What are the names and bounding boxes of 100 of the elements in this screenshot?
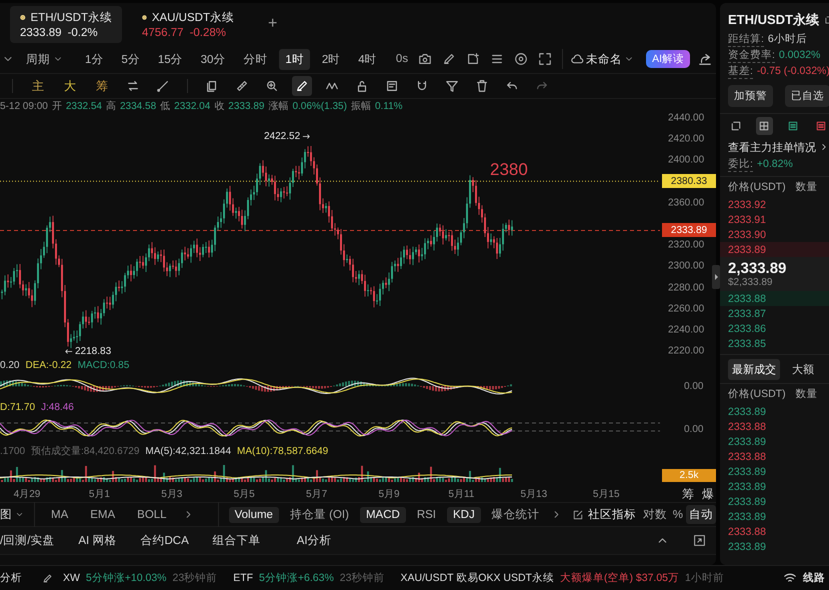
alert-price-tag: 2380.33 bbox=[662, 174, 716, 188]
symbol-tab[interactable]: ETH/USDT永续 2333.89 -0.2% bbox=[10, 6, 122, 42]
interval-tab[interactable]: 1分 bbox=[79, 48, 110, 70]
date-label: 4月29 bbox=[14, 488, 40, 501]
interval-tab[interactable]: 1时 bbox=[279, 48, 310, 70]
interval-tab[interactable]: 15分 bbox=[152, 48, 189, 70]
indicator-value: 0.20 bbox=[0, 360, 20, 370]
axis-label: 2320.00 bbox=[668, 240, 704, 251]
ask-price: 2333.91 bbox=[728, 214, 766, 226]
indicator-shortcut[interactable]: 筹 bbox=[91, 78, 113, 94]
indicator-shortcut[interactable]: 大 bbox=[59, 78, 81, 94]
interval-tab[interactable]: 分时 bbox=[237, 48, 274, 70]
ai-button[interactable]: AI解读 bbox=[646, 50, 690, 68]
column-header: 价格(USDT) bbox=[728, 387, 786, 401]
axis-label: 2240.00 bbox=[668, 324, 704, 336]
timestamp: 5-12 09:00 bbox=[0, 100, 48, 112]
axis-label: 2260.00 bbox=[668, 303, 704, 314]
ohlc-value: 0.11% bbox=[374, 100, 403, 112]
ticker-time: 23秒钟前 bbox=[172, 571, 218, 585]
ohlc-value: 2333.89 bbox=[228, 100, 264, 112]
interval-tab[interactable]: 5分 bbox=[115, 48, 146, 70]
axis-label: 0.00 bbox=[684, 424, 704, 434]
ohlc-value: 2334.58 bbox=[120, 100, 156, 112]
volume-tag: 2.5k bbox=[662, 469, 716, 482]
indicator-value: MA(5):42,321.1844 bbox=[145, 446, 232, 456]
layout-dropdown[interactable]: 未命名 bbox=[571, 52, 634, 66]
bottom-tab[interactable]: /回测/实盘 bbox=[0, 533, 54, 548]
period-dropdown[interactable]: 周期 bbox=[26, 52, 63, 66]
bottom-tab[interactable]: AI分析 bbox=[296, 533, 332, 548]
ticker-event: 5分钟涨+6.63% bbox=[259, 571, 334, 585]
indicator-menu[interactable]: 图 bbox=[0, 507, 24, 522]
trade-price: 2333.89 bbox=[728, 496, 766, 508]
indicator-value: D:71.70 bbox=[0, 402, 36, 412]
add-tab-button[interactable]: + bbox=[268, 15, 278, 33]
indicator-shortcut[interactable]: 主 bbox=[27, 78, 49, 94]
sub-indicator-tab[interactable]: 持仓量 (OI) bbox=[284, 505, 355, 524]
main-indicator-tab[interactable]: MA bbox=[45, 506, 74, 522]
column-header: 数量 bbox=[796, 387, 818, 401]
ratio-label: 委比: bbox=[728, 156, 753, 172]
ticker-symbol: XW bbox=[63, 572, 80, 584]
ohlc-label: 涨幅 bbox=[268, 100, 288, 113]
date-label: 5月3 bbox=[161, 488, 182, 501]
price-annotation: 2380 bbox=[490, 160, 528, 180]
panel-title: ETH/USDT永续 bbox=[728, 11, 819, 29]
indicator-value: 预估成交量:84,420.6729 bbox=[31, 444, 140, 458]
chart-toggle[interactable]: 筹 bbox=[682, 486, 694, 503]
panel-button[interactable]: 已自选 bbox=[785, 85, 829, 107]
trades-tab[interactable]: 最新成交 bbox=[728, 358, 780, 380]
ohlc-value: 0.06%(1.35) bbox=[292, 100, 347, 112]
depth-link[interactable]: 查看主力挂单情况 bbox=[728, 140, 816, 154]
axis-label: 0.00 bbox=[684, 380, 704, 392]
bottom-tab[interactable]: 合约DCA bbox=[140, 533, 189, 548]
trades-tab[interactable]: 大额 bbox=[788, 358, 818, 380]
ticker-symbol: ETF bbox=[233, 572, 254, 584]
community-indicators-link[interactable]: 社区指标 bbox=[588, 507, 636, 522]
main-indicator-tab[interactable]: BOLL bbox=[131, 506, 173, 522]
low-price-marker: 2218.83 bbox=[75, 346, 112, 358]
sub-indicator-tab[interactable]: 爆仓统计 bbox=[486, 505, 546, 524]
stat-label: 距结算: bbox=[728, 32, 764, 46]
bottom-tab[interactable]: AI 网格 bbox=[78, 533, 116, 548]
ohlc-label: 开 bbox=[52, 100, 62, 113]
network-button[interactable]: 线路 bbox=[803, 571, 825, 585]
sub-indicator-tab[interactable]: MACD bbox=[360, 506, 406, 522]
chart-toggle[interactable]: 爆 bbox=[702, 486, 714, 503]
stat-label: 基差: bbox=[728, 64, 753, 78]
trade-price: 2333.89 bbox=[728, 466, 766, 478]
bid-price: 2333.88 bbox=[728, 292, 766, 304]
last-price-tag: 2333.89 bbox=[662, 223, 716, 238]
refresh-button[interactable]: 0s bbox=[396, 53, 408, 65]
scale-option[interactable]: 自动 bbox=[686, 505, 716, 524]
ask-price: 2333.92 bbox=[728, 198, 766, 210]
axis-label: 2440.00 bbox=[668, 112, 704, 124]
interval-tab[interactable]: 2时 bbox=[316, 48, 346, 70]
ohlc-label: 低 bbox=[160, 100, 170, 113]
trade-price: 2333.88 bbox=[728, 526, 766, 538]
trade-price: 2333.89 bbox=[728, 540, 766, 552]
date-label: 5月5 bbox=[234, 488, 255, 501]
sub-indicator-tab[interactable]: RSI bbox=[410, 506, 442, 522]
date-label: 5月9 bbox=[378, 488, 400, 501]
scale-option[interactable]: 对数 bbox=[640, 505, 670, 524]
date-label: 5月7 bbox=[306, 488, 328, 501]
ticker-time: 23秒钟前 bbox=[340, 571, 384, 585]
ticker-label: 分析 bbox=[0, 571, 22, 585]
symbol-tab[interactable]: XAU/USDT永续 4756.77 -0.28% bbox=[132, 6, 244, 42]
main-indicator-tab[interactable]: EMA bbox=[84, 506, 122, 522]
panel-button[interactable]: 加预警 bbox=[728, 85, 773, 107]
indicator-value: DEA:-0.22 bbox=[25, 360, 72, 370]
date-label: 5月1 bbox=[88, 488, 110, 501]
axis-label: 2300.00 bbox=[668, 260, 704, 272]
interval-tab[interactable]: 4时 bbox=[352, 48, 383, 70]
bid-price: 2333.87 bbox=[728, 308, 766, 320]
sub-indicator-tab[interactable]: KDJ bbox=[447, 506, 481, 522]
column-header: 价格(USDT) bbox=[728, 180, 786, 194]
scale-option[interactable]: % bbox=[670, 506, 686, 522]
interval-tab[interactable]: 30分 bbox=[194, 48, 232, 70]
bottom-tab[interactable]: 组合下单 bbox=[212, 533, 261, 548]
trade-price: 2333.89 bbox=[728, 480, 766, 492]
sub-indicator-tab[interactable]: Volume bbox=[228, 506, 279, 522]
axis-label: 2420.00 bbox=[668, 134, 704, 145]
ohlc-label: 收 bbox=[214, 100, 224, 113]
